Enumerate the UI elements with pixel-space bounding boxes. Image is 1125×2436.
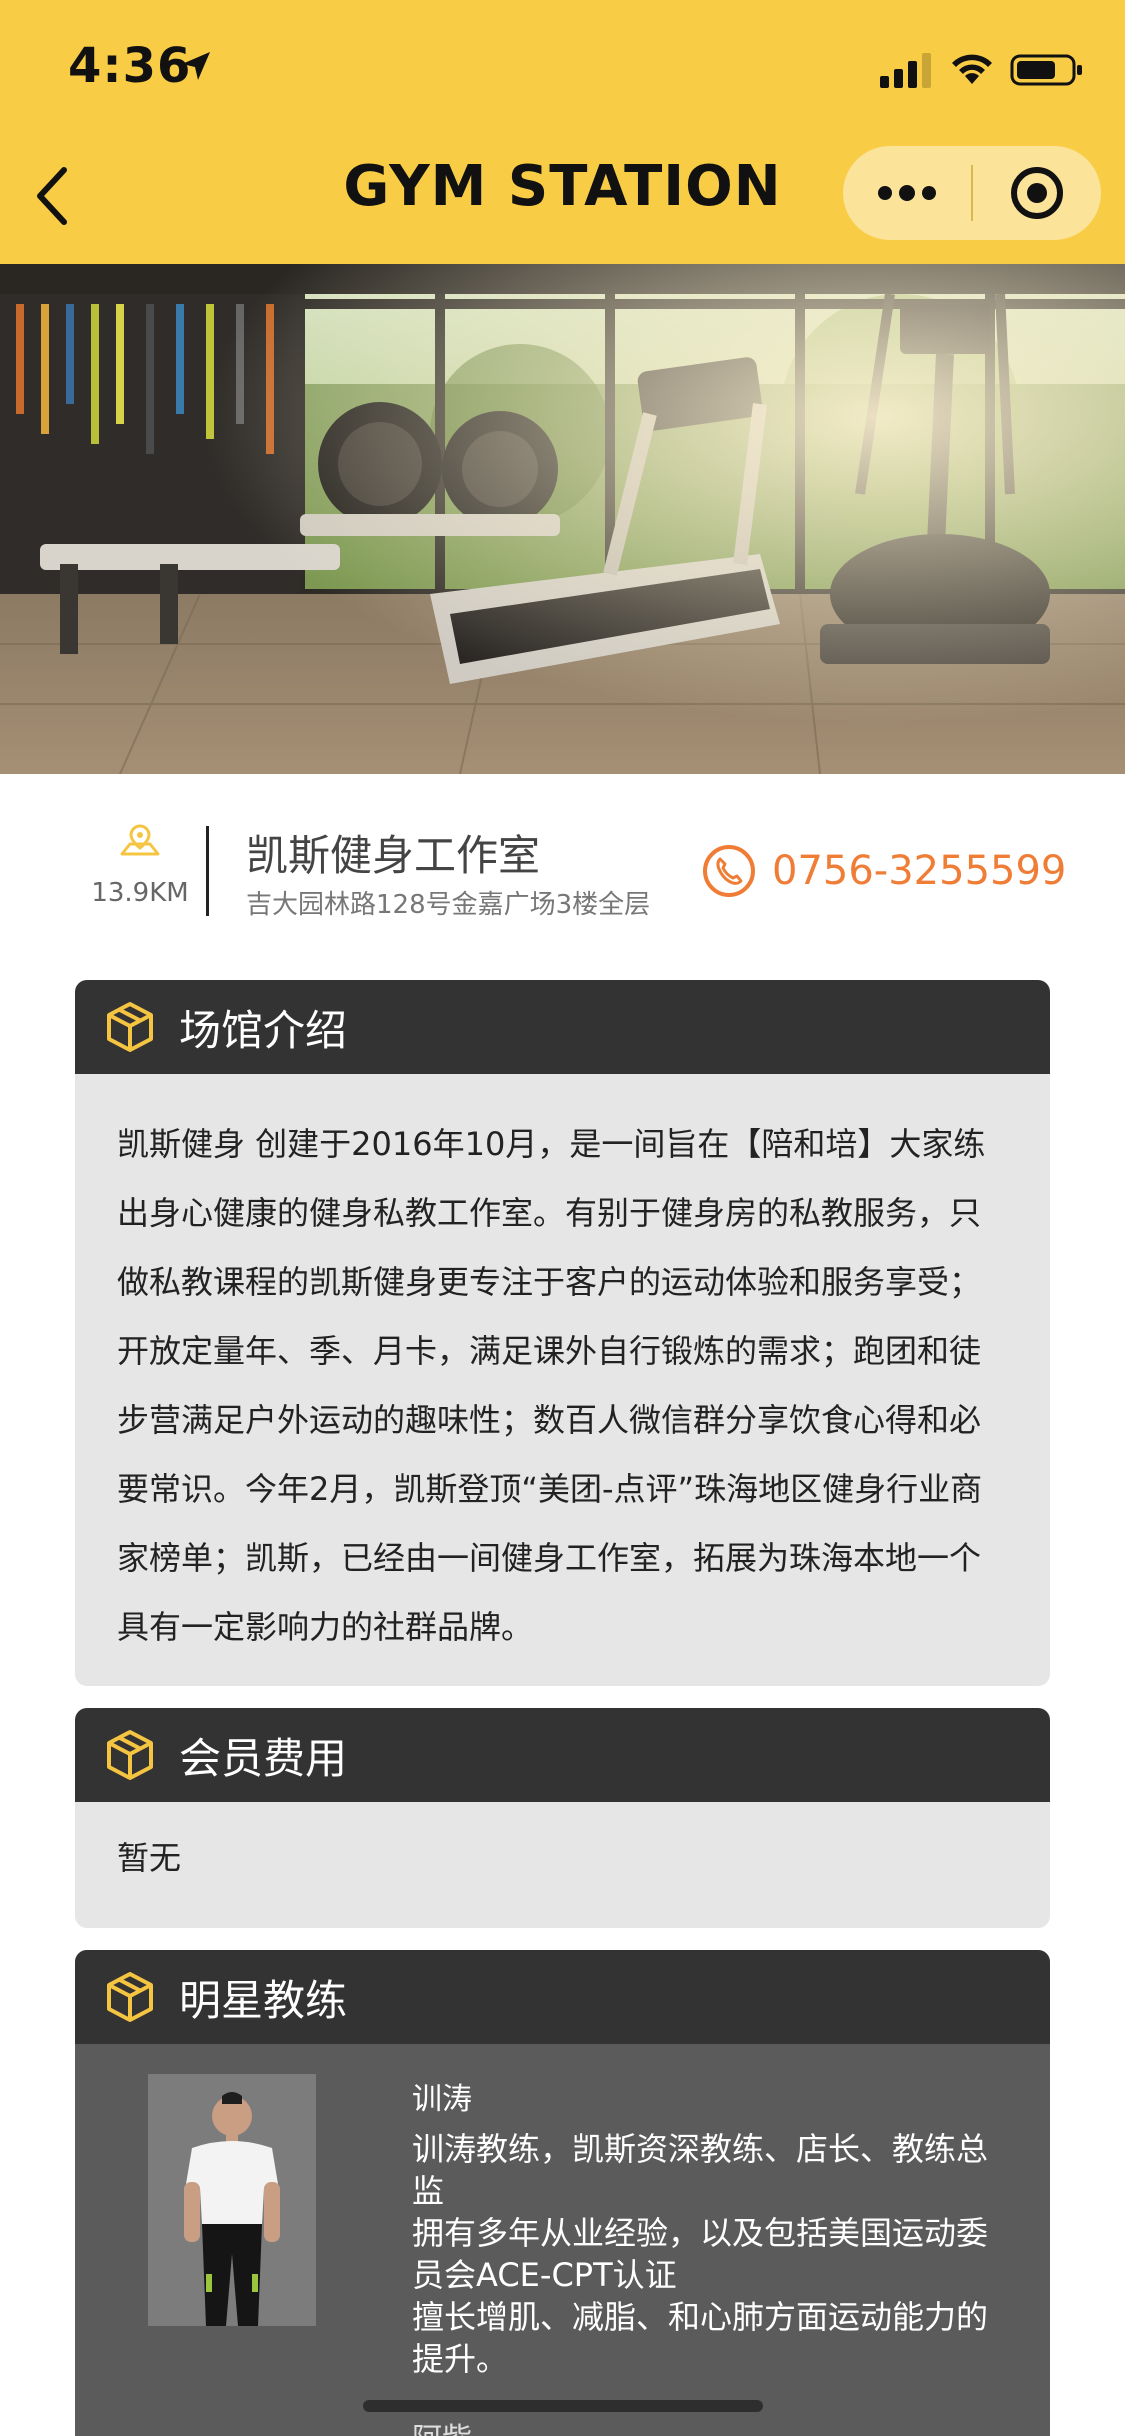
home-indicator [363, 2400, 763, 2412]
location-icon [120, 824, 160, 856]
gym-name: 凯斯健身工作室 [246, 831, 541, 880]
status-time: 4:36 [68, 38, 192, 94]
back-button[interactable] [24, 160, 80, 232]
coaches-card: 明星教练 训涛 训涛教练，凯斯资深教练、店长、教练总监 拥有多年从业经验，以及包… [75, 1950, 1050, 2436]
fees-card-header: 会员费用 [75, 1708, 1050, 1802]
info-divider [206, 826, 209, 916]
fees-text: 暂无 [117, 1839, 182, 1877]
more-button[interactable] [843, 146, 971, 240]
coach-item[interactable]: 训涛 训涛教练，凯斯资深教练、店长、教练总监 拥有多年从业经验，以及包括美国运动… [75, 2044, 1050, 2436]
coaches-card-header: 明星教练 [75, 1950, 1050, 2044]
target-close-icon [1011, 167, 1063, 219]
intro-text: 凯斯健身 创建于2016年10月，是一间旨在【陪和培】大家练出身心健康的健身私教… [117, 1125, 986, 1646]
wifi-icon [952, 54, 992, 84]
mini-program-capsule [843, 146, 1101, 240]
top-bar: 4:36 GYM STATION [0, 0, 1125, 264]
chevron-left-icon [37, 167, 67, 225]
intro-card: 场馆介绍 凯斯健身 创建于2016年10月，是一间旨在【陪和培】大家练出身心健康… [75, 980, 1050, 1686]
cube-icon [107, 1972, 153, 2022]
gym-info-row: 13.9KM 凯斯健身工作室 吉大园林路128号金嘉广场3楼全层 0756-32… [0, 800, 1125, 940]
coach-name: 阿紫 [412, 2414, 472, 2436]
intro-card-header: 场馆介绍 [75, 980, 1050, 1074]
phone-number[interactable]: 0756-3255599 [772, 848, 1066, 894]
distance-label: 13.9KM [91, 878, 189, 908]
more-dots-icon [878, 185, 936, 201]
gym-address[interactable]: 吉大园林路128号金嘉广场3楼全层 [246, 884, 650, 921]
intro-body: 凯斯健身 创建于2016年10月，是一间旨在【陪和培】大家练出身心健康的健身私教… [75, 1074, 1050, 1686]
coach-photo [148, 2074, 316, 2326]
intro-title: 场馆介绍 [179, 1005, 348, 1055]
coach-description: 训涛教练，凯斯资深教练、店长、教练总监 拥有多年从业经验，以及包括美国运动委员会… [412, 2130, 989, 2378]
phone-icon[interactable] [702, 844, 756, 898]
coaches-title: 明星教练 [179, 1975, 348, 2025]
fees-title: 会员费用 [179, 1733, 348, 1783]
fees-body: 暂无 [75, 1802, 1050, 1910]
coach-name: 训涛 [412, 2082, 472, 2117]
coach-figure-illustration [148, 2074, 316, 2326]
close-button[interactable] [973, 146, 1101, 240]
location-arrow-icon [182, 52, 210, 80]
cube-icon [107, 1002, 153, 1052]
cube-icon [107, 1730, 153, 1780]
gym-photo-illustration [0, 264, 1125, 774]
fees-card: 会员费用 暂无 [75, 1708, 1050, 1928]
battery-icon [1010, 54, 1082, 86]
cellular-signal-icon [880, 53, 931, 88]
gym-hero-photo [0, 264, 1125, 774]
